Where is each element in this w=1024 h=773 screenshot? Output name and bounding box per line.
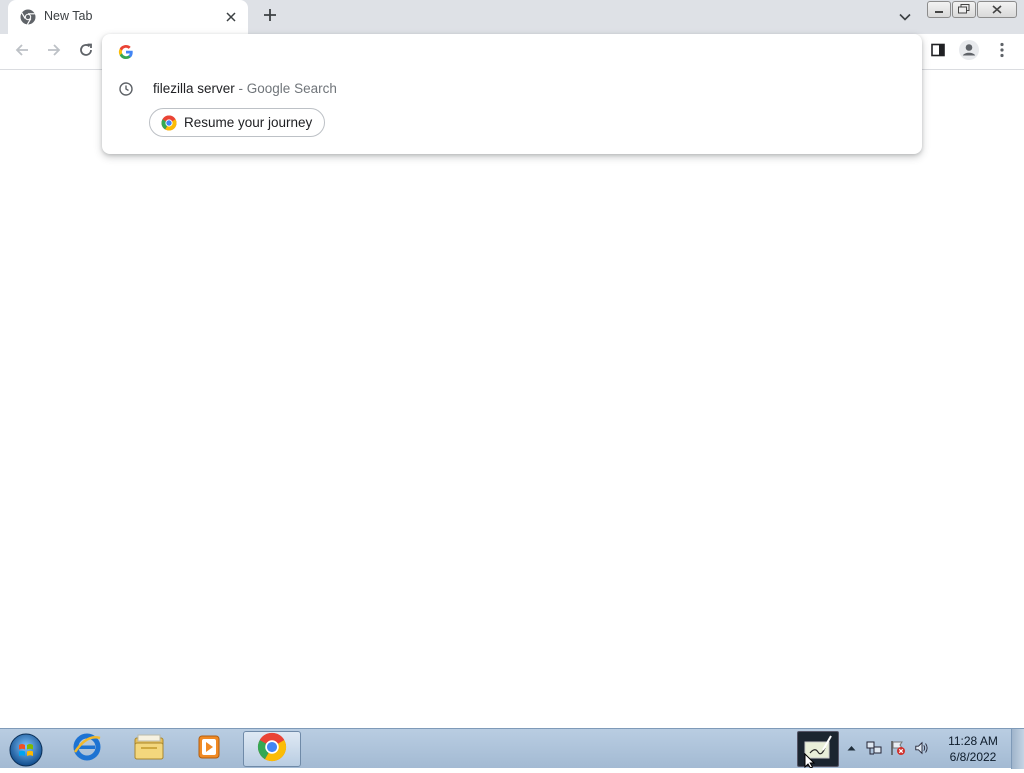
suggestion-query: filezilla server bbox=[153, 81, 235, 96]
plus-icon bbox=[263, 8, 277, 27]
close-window-button[interactable] bbox=[977, 1, 1017, 18]
minimize-icon bbox=[934, 1, 944, 19]
network-icon[interactable] bbox=[866, 740, 882, 756]
suggestion-text: filezilla server - Google Search bbox=[153, 81, 337, 96]
restore-icon bbox=[958, 1, 970, 19]
taskbar-app-media-player[interactable] bbox=[180, 731, 238, 767]
chrome-icon bbox=[257, 732, 287, 767]
side-panel-icon bbox=[930, 42, 946, 63]
chevron-down-icon bbox=[899, 8, 911, 26]
chrome-icon bbox=[161, 115, 177, 131]
suggestion-separator: - bbox=[234, 81, 247, 96]
new-tab-button[interactable] bbox=[259, 6, 281, 28]
tab-search-button[interactable] bbox=[894, 7, 916, 27]
close-icon bbox=[992, 1, 1002, 19]
suggestion-engine: Google Search bbox=[246, 81, 337, 96]
show-hidden-icons-icon[interactable] bbox=[843, 740, 859, 756]
clock-date: 6/8/2022 bbox=[949, 750, 997, 764]
show-desktop-button[interactable] bbox=[1011, 729, 1024, 769]
google-g-icon bbox=[118, 44, 134, 60]
start-button[interactable] bbox=[6, 731, 46, 767]
action-center-flag-icon[interactable] bbox=[890, 740, 906, 756]
forward-arrow-icon bbox=[46, 42, 62, 63]
taskbar-app-chrome[interactable] bbox=[243, 731, 301, 767]
profile-button[interactable] bbox=[958, 39, 980, 65]
window-controls bbox=[927, 1, 1019, 18]
volume-icon[interactable] bbox=[914, 740, 930, 756]
side-panel-button[interactable] bbox=[927, 41, 949, 63]
windows-orb-icon bbox=[6, 733, 46, 771]
tab-new-tab[interactable]: New Tab bbox=[8, 0, 248, 34]
taskbar-app-file-explorer[interactable] bbox=[120, 731, 178, 767]
restore-button[interactable] bbox=[952, 1, 976, 18]
omnibox-dropdown: filezilla server - Google Search Resume … bbox=[102, 34, 922, 154]
tab-strip: New Tab bbox=[0, 0, 1024, 34]
chrome-menu-button[interactable] bbox=[991, 41, 1013, 63]
tab-title: New Tab bbox=[44, 9, 93, 23]
chrome-icon bbox=[20, 9, 36, 25]
history-clock-icon bbox=[118, 81, 134, 97]
minimize-button[interactable] bbox=[927, 1, 951, 18]
back-arrow-icon bbox=[14, 42, 30, 63]
mouse-cursor-icon bbox=[804, 752, 818, 769]
system-clock[interactable]: 11:28 AM 6/8/2022 bbox=[940, 733, 1006, 765]
back-button[interactable] bbox=[11, 41, 33, 63]
omnibox-suggestion[interactable]: filezilla server - Google Search bbox=[102, 74, 922, 104]
reload-icon bbox=[78, 42, 94, 63]
resume-journey-chip[interactable]: Resume your journey bbox=[149, 108, 326, 137]
forward-button[interactable] bbox=[43, 41, 65, 63]
resume-journey-label: Resume your journey bbox=[184, 115, 313, 130]
kebab-menu-icon bbox=[1000, 42, 1004, 63]
clock-time: 11:28 AM bbox=[948, 734, 998, 748]
folder-icon bbox=[133, 733, 165, 766]
reload-button[interactable] bbox=[75, 41, 97, 63]
close-icon[interactable] bbox=[222, 8, 240, 26]
ie-icon bbox=[72, 732, 102, 767]
taskbar-app-internet-explorer[interactable] bbox=[58, 731, 116, 767]
media-player-icon bbox=[195, 733, 223, 766]
windows-taskbar: 11:28 AM 6/8/2022 bbox=[0, 728, 1024, 769]
profile-avatar-icon bbox=[959, 39, 979, 65]
address-bar-input[interactable] bbox=[146, 40, 886, 64]
